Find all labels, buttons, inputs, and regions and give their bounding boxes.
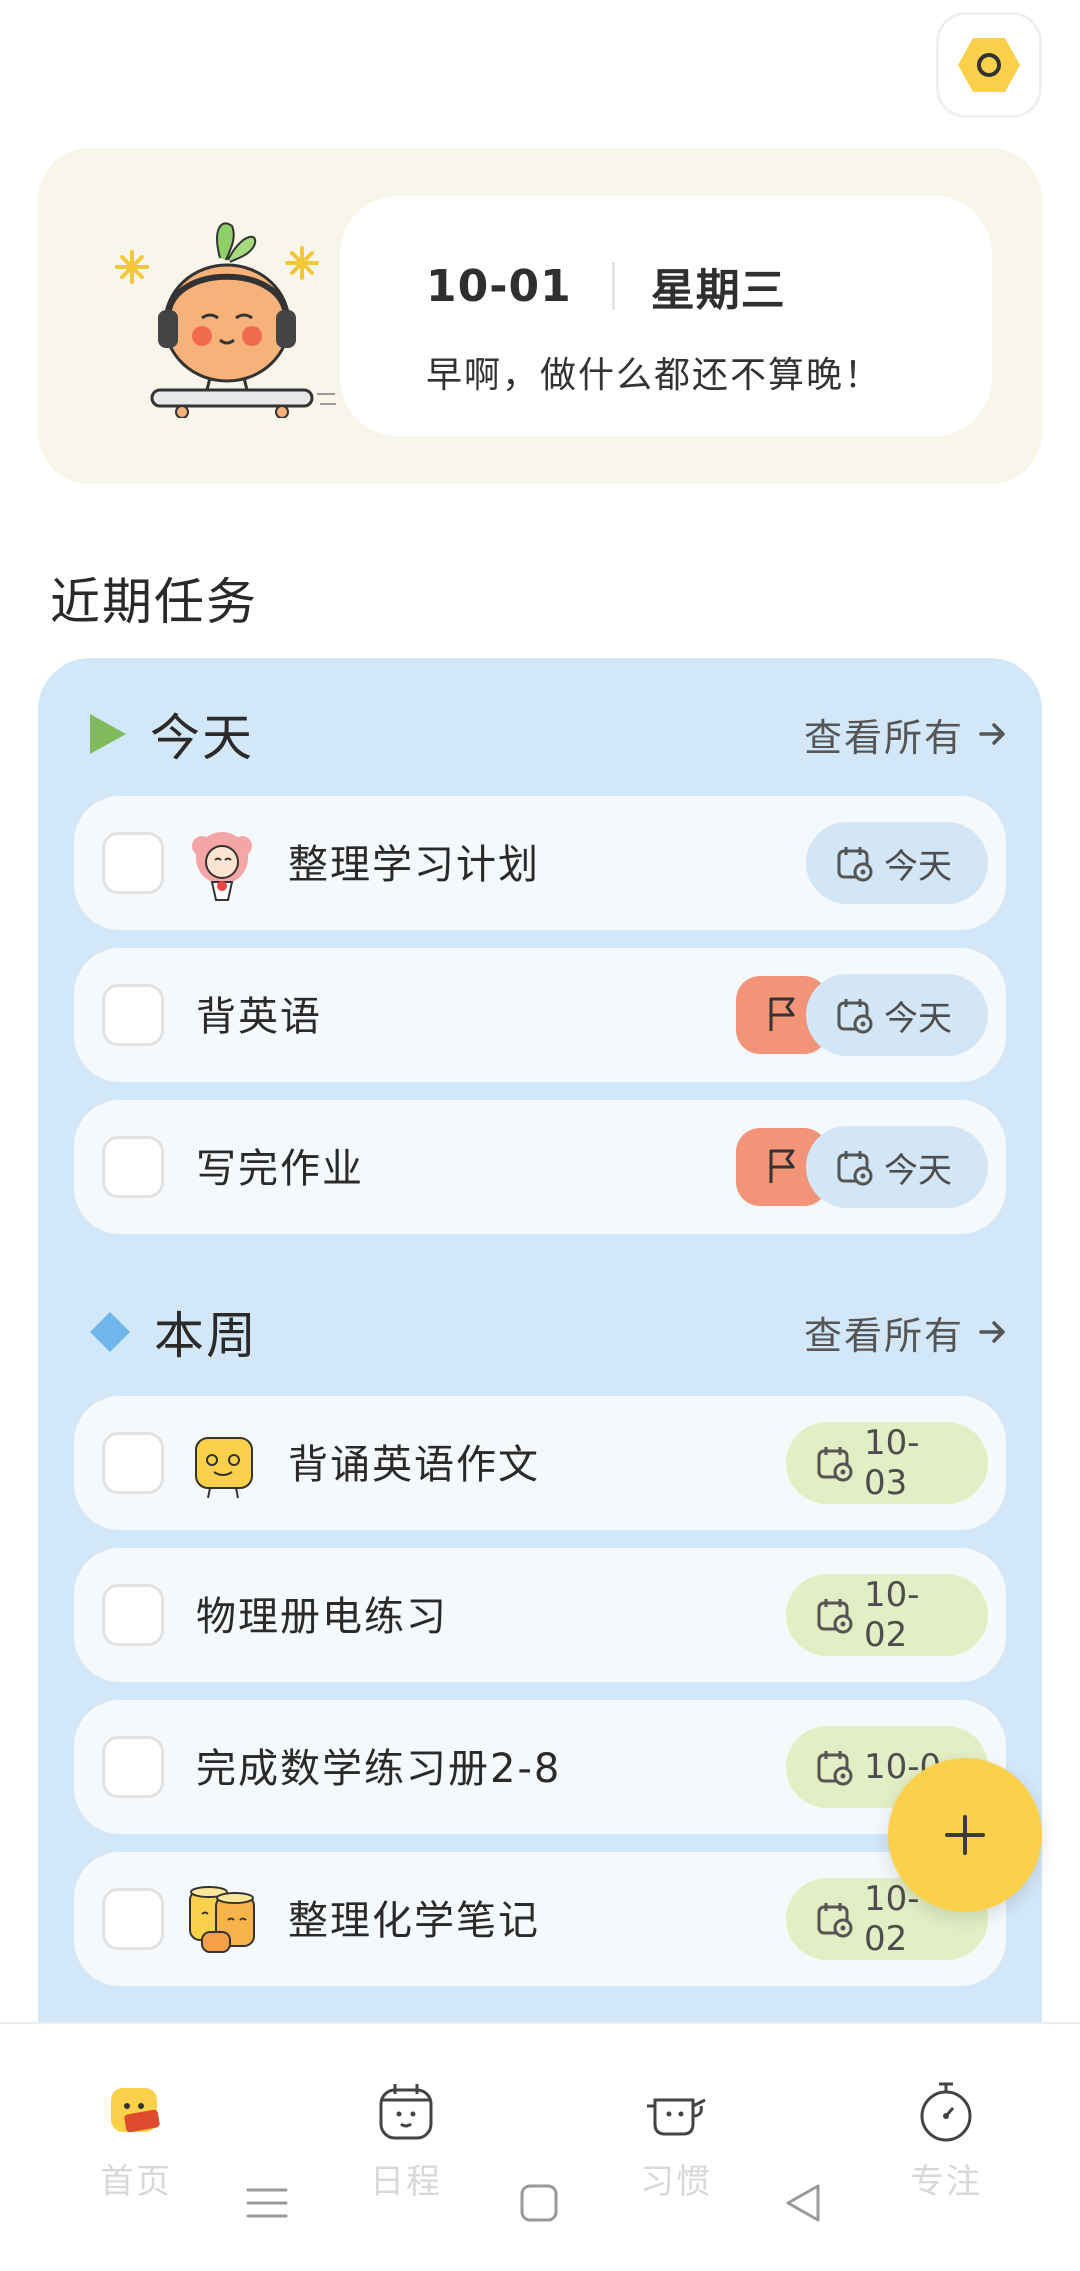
plus-icon [945, 1815, 985, 1855]
view-all-label: 查看所有 [803, 1313, 964, 1358]
nav-focus[interactable]: 专注 [866, 2076, 1026, 2203]
task-checkbox[interactable] [102, 1136, 164, 1198]
calendar-clock-icon [817, 1447, 853, 1482]
focus-timer-icon [920, 2082, 972, 2142]
task-checkbox[interactable] [102, 1736, 164, 1798]
calendar-clock-icon [837, 999, 873, 1034]
flag-icon [769, 997, 795, 1031]
task-label: 整理化学笔记 [288, 1898, 540, 1944]
arrow-right-icon [979, 723, 1005, 745]
week-group-header: 本周 查看所有 [88, 1292, 1008, 1372]
girl-sticker-icon [192, 832, 252, 901]
due-chip-label: 今天 [884, 846, 952, 887]
task-item[interactable]: 写完作业 今天 [74, 1100, 1006, 1234]
task-label: 整理学习计划 [288, 842, 540, 888]
task-item[interactable]: 背诵英语作文 10-03 [74, 1396, 1006, 1530]
nav-home[interactable]: 首页 [56, 2076, 216, 2203]
nav-label: 首页 [100, 2162, 172, 2202]
date-divider [611, 262, 615, 310]
task-item[interactable]: 完成数学练习册2-8 10-0 [74, 1700, 1006, 1834]
nav-label: 日程 [370, 2162, 442, 2202]
task-item[interactable]: 整理化学笔记 10-02 [74, 1852, 1006, 1986]
arrow-right-icon [979, 1321, 1005, 1343]
today-group-header: 今天 查看所有 [88, 694, 1008, 774]
calendar-clock-icon [837, 1151, 873, 1186]
schedule-icon [379, 2084, 433, 2140]
nav-schedule[interactable]: 日程 [326, 2076, 486, 2203]
task-label: 背诵英语作文 [288, 1442, 540, 1488]
add-task-button[interactable] [888, 1758, 1042, 1912]
home-square-icon[interactable] [516, 2180, 562, 2226]
greeting-card: 10-01 星期三 早啊，做什么都还不算晚！ [38, 148, 1042, 484]
nav-label: 专注 [910, 2162, 982, 2202]
recent-tasks-panel: 今天 查看所有 整理学习计划 今天 背英语 今天 写完作业 今天 本周 查看所有… [38, 658, 1042, 2078]
view-all-label: 查看所有 [803, 715, 964, 760]
due-chip-label: 今天 [884, 1150, 952, 1191]
hexagon-settings-icon [958, 38, 1020, 92]
flag-icon [769, 1149, 795, 1183]
play-triangle-icon [90, 714, 126, 754]
calendar-clock-icon [817, 1599, 853, 1634]
habit-icon [647, 2098, 706, 2136]
nav-habit[interactable]: 习惯 [596, 2076, 756, 2203]
today-view-all-link[interactable]: 查看所有 [804, 707, 1008, 762]
due-chip-label: 今天 [884, 998, 952, 1039]
calendar-clock-icon [817, 1751, 853, 1786]
week-view-all-link[interactable]: 查看所有 [804, 1305, 1008, 1360]
task-checkbox[interactable] [102, 1584, 164, 1646]
diamond-icon [90, 1312, 130, 1352]
task-label: 完成数学练习册2-8 [196, 1746, 562, 1792]
task-item[interactable]: 物理册电练习 10-02 [74, 1548, 1006, 1682]
due-chip[interactable]: 10-03 [786, 1422, 988, 1504]
calendar-clock-icon [817, 1903, 853, 1938]
date-card: 10-01 星期三 早啊，做什么都还不算晚！ [340, 196, 992, 436]
back-triangle-icon[interactable] [780, 2180, 826, 2226]
task-label: 写完作业 [196, 1146, 364, 1192]
date-text: 10-01 [426, 260, 572, 312]
task-label: 物理册电练习 [196, 1594, 448, 1640]
cup-stickers-icon [189, 1886, 255, 1953]
task-checkbox[interactable] [102, 1432, 164, 1494]
due-chip-label: 10-03 [864, 1423, 920, 1503]
recent-tasks-title: 近期任务 [50, 573, 258, 631]
greeting-text: 早啊，做什么都还不算晚！ [426, 355, 883, 396]
task-item[interactable]: 背英语 今天 [74, 948, 1006, 1082]
task-item[interactable]: 整理学习计划 今天 [74, 796, 1006, 930]
due-chip[interactable]: 今天 [806, 822, 988, 904]
task-label: 背英语 [196, 994, 322, 1040]
toast-sticker-icon [195, 1437, 253, 1499]
weekday-text: 星期三 [650, 265, 786, 316]
bottom-nav: 首页 日程 习惯 专注 [0, 2022, 1080, 2271]
recent-apps-icon[interactable] [244, 2180, 290, 2226]
task-checkbox[interactable] [102, 984, 164, 1046]
home-icon [111, 2088, 160, 2133]
task-checkbox[interactable] [102, 832, 164, 894]
due-chip[interactable]: 今天 [806, 974, 988, 1056]
due-chip[interactable]: 10-02 [786, 1574, 988, 1656]
onion-mascot-illustration [115, 222, 336, 418]
due-chip-label: 10-02 [864, 1575, 920, 1655]
week-group-title: 本周 [154, 1307, 258, 1365]
task-checkbox[interactable] [102, 1888, 164, 1950]
today-group-title: 今天 [150, 709, 254, 767]
nav-label: 习惯 [640, 2162, 712, 2202]
settings-button[interactable] [936, 12, 1042, 118]
calendar-clock-icon [837, 847, 873, 882]
due-chip[interactable]: 今天 [806, 1126, 988, 1208]
